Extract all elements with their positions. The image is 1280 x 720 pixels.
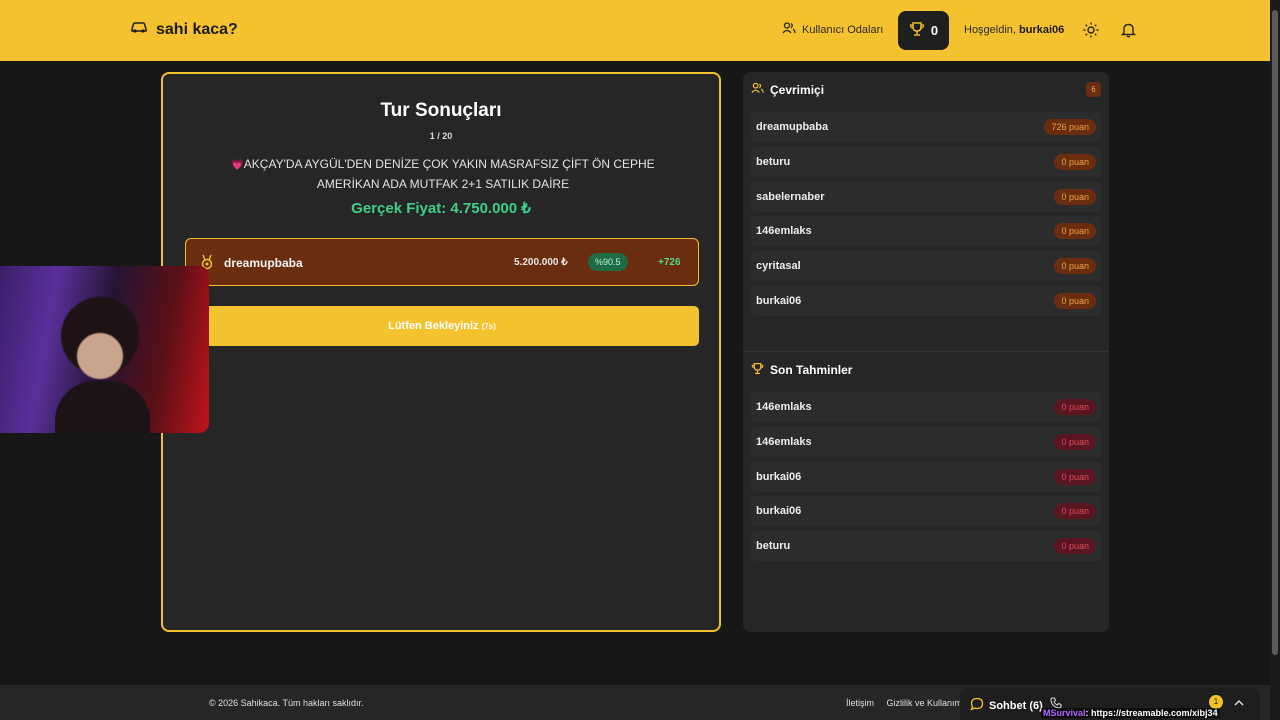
stream-watermark: MSurvival: https://streamable.com/xibj34 — [1041, 708, 1220, 718]
recent-guess-score: 0 puan — [1054, 538, 1096, 554]
chevron-up-icon[interactable] — [1233, 696, 1245, 714]
top-header: sahi kaca? Kullanıcı Odaları 0 Hoşgeldin… — [0, 0, 1270, 61]
online-user-score: 0 puan — [1054, 293, 1096, 309]
online-user-row[interactable]: sabelernaber 0 puan — [751, 182, 1101, 212]
recent-guess-user: 146emlaks — [756, 436, 812, 448]
recent-guess-row: burkai06 0 puan — [751, 496, 1101, 526]
recent-guess-row: burkai06 0 puan — [751, 462, 1101, 492]
user-rooms-link[interactable]: Kullanıcı Odaları — [782, 22, 883, 37]
online-user-row[interactable]: beturu 0 puan — [751, 147, 1101, 177]
online-user-score: 0 puan — [1054, 223, 1096, 239]
online-user-row[interactable]: 146emlaks 0 puan — [751, 216, 1101, 246]
scrollbar-thumb[interactable] — [1272, 10, 1278, 655]
online-user-name: sabelernaber — [756, 191, 825, 203]
watermark-text: : https://streamable.com/xibj34 — [1085, 708, 1218, 718]
page-scrollbar[interactable] — [1270, 0, 1280, 720]
user-rooms-label: Kullanıcı Odaları — [802, 23, 884, 36]
webcam-overlay — [0, 266, 209, 433]
listing-title-text: AKÇAY'DA AYGÜL'DEN DENİZE ÇOK YAKIN MASR… — [243, 157, 655, 191]
recent-guesses-title: Son Tahminler — [770, 363, 853, 377]
recent-guess-score: 0 puan — [1054, 503, 1096, 519]
car-icon — [130, 20, 148, 39]
section-divider — [743, 351, 1109, 352]
recent-guesses-header: Son Tahminler — [751, 362, 852, 378]
copyright-text: © 2026 Sahikaca. Tüm hakları saklıdır. — [209, 698, 364, 708]
online-user-score: 0 puan — [1054, 154, 1096, 170]
online-user-name: cyritasal — [756, 260, 801, 272]
online-count-badge: 6 — [1086, 82, 1101, 97]
notifications-bell-icon[interactable] — [1120, 22, 1137, 43]
online-user-score: 0 puan — [1054, 189, 1096, 205]
privacy-link[interactable]: Gizlilik ve Kullanım — [887, 698, 963, 708]
heart-icon: 💗 — [231, 160, 244, 171]
online-user-row[interactable]: cyritasal 0 puan — [751, 251, 1101, 281]
round-results-card: Tur Sonuçları 1 / 20 💗AKÇAY'DA AYGÜL'DEN… — [161, 72, 721, 632]
wait-timer: (7s) — [481, 322, 496, 331]
watermark-user: MSurvival — [1043, 708, 1086, 718]
recent-guess-user: burkai06 — [756, 505, 802, 517]
theme-toggle-sun-icon[interactable] — [1083, 22, 1099, 43]
wait-label: Lütfen Bekleyiniz — [388, 320, 479, 332]
trophy-button[interactable]: 0 — [898, 11, 949, 50]
please-wait-button[interactable]: Lütfen Bekleyiniz (7s) — [185, 306, 699, 346]
contact-link[interactable]: İletişim — [846, 698, 874, 708]
recent-guess-user: 146emlaks — [756, 401, 812, 413]
winner-row: dreamupbaba 5.200.000 ₺ %90.5 +726 — [185, 238, 699, 286]
online-user-score: 726 puan — [1044, 119, 1096, 135]
chat-notification-badge: 1 — [1209, 695, 1223, 709]
online-user-row[interactable]: dreamupbaba 726 puan — [751, 112, 1101, 142]
winner-guess: 5.200.000 ₺ — [514, 257, 568, 268]
listing-title: 💗AKÇAY'DA AYGÜL'DEN DENİZE ÇOK YAKIN MAS… — [203, 155, 683, 194]
welcome-username: burkai06 — [1019, 24, 1065, 36]
brand-link[interactable]: sahi kaca? — [130, 20, 238, 39]
chat-label: Sohbet (6) — [989, 699, 1043, 712]
winner-name: dreamupbaba — [224, 256, 303, 270]
accuracy-badge: %90.5 — [588, 253, 628, 271]
online-user-name: 146emlaks — [756, 225, 812, 237]
chat-toggle[interactable]: Sohbet (6) — [970, 697, 1043, 714]
welcome-prefix: Hoşgeldin, — [964, 24, 1016, 36]
trophy-count: 0 — [930, 23, 939, 38]
online-user-name: beturu — [756, 156, 791, 168]
round-counter: 1 / 20 — [429, 131, 453, 141]
recent-guess-score: 0 puan — [1054, 399, 1096, 415]
winner-points: +726 — [658, 257, 681, 268]
online-user-name: burkai06 — [756, 295, 802, 307]
recent-guess-user: beturu — [756, 540, 791, 552]
results-title: Tur Sonuçları — [380, 100, 502, 121]
online-user-score: 0 puan — [1054, 258, 1096, 274]
online-user-name: dreamupbaba — [756, 121, 829, 133]
brand-title: sahi kaca? — [156, 20, 238, 38]
online-header: Çevrimiçi — [751, 82, 824, 97]
chat-bubble-icon — [970, 697, 984, 714]
side-panel: Çevrimiçi 6 dreamupbaba 726 puan beturu … — [743, 72, 1109, 632]
recent-guess-score: 0 puan — [1054, 469, 1096, 485]
recent-guess-row: beturu 0 puan — [751, 531, 1101, 561]
recent-guess-row: 146emlaks 0 puan — [751, 392, 1101, 422]
trophy-icon — [751, 362, 764, 378]
footer-links: İletişim Gizlilik ve Kullanım — [846, 698, 972, 708]
users-icon — [782, 22, 796, 37]
recent-guess-row: 146emlaks 0 puan — [751, 427, 1101, 457]
trophy-icon — [909, 21, 925, 40]
online-user-row[interactable]: burkai06 0 puan — [751, 286, 1101, 316]
recent-guess-user: burkai06 — [756, 471, 802, 483]
real-price: Gerçek Fiyat: 4.750.000 ₺ — [351, 200, 531, 217]
welcome-text: Hoşgeldin, burkai06 — [964, 24, 1064, 36]
online-title: Çevrimiçi — [770, 82, 825, 97]
recent-guess-score: 0 puan — [1054, 434, 1096, 450]
users-icon — [751, 82, 764, 97]
